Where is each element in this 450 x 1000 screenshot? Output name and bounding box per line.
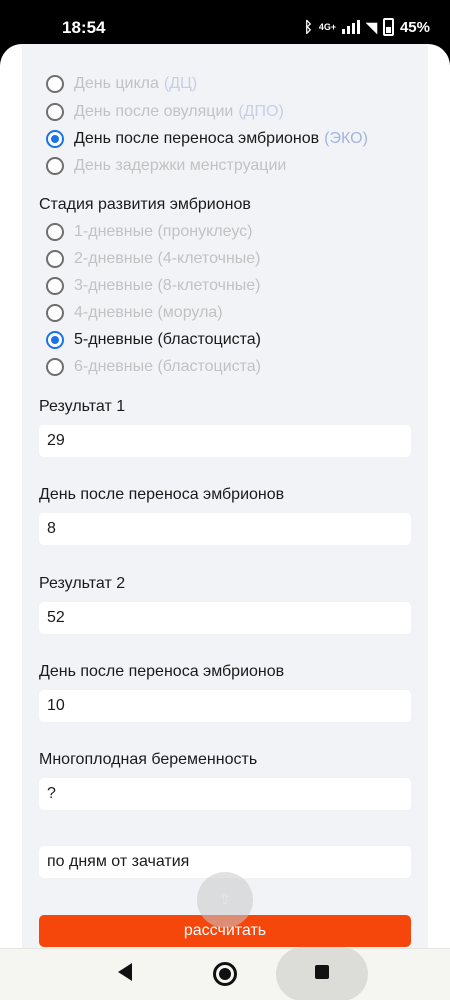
radio-label: 6-дневные (бластоциста) [74, 358, 262, 375]
radio-button[interactable] [46, 223, 64, 241]
result1-label: Результат 1 [39, 398, 126, 415]
day1-input[interactable]: 8 [39, 513, 411, 545]
status-icons: ᛒ 4G+ ◥ 45% [304, 18, 430, 36]
home-icon[interactable] [213, 962, 237, 986]
radio-label: День после овуляции [74, 103, 234, 120]
radio-button-selected[interactable] [46, 331, 64, 349]
radio-days-after-transfer[interactable]: День после переноса эмбрионов (ЭКО) [46, 127, 368, 151]
day2-input[interactable]: 10 [39, 690, 411, 722]
radio-days-of-delay[interactable]: День задержки менструации [46, 154, 286, 178]
radio-abbr: (ДЦ) [163, 75, 198, 92]
recents-icon[interactable] [315, 965, 329, 979]
signal-icon [342, 20, 361, 34]
radio-label: 1-дневные (пронуклеус) [74, 223, 253, 240]
radio-label: 3-дневные (8-клеточные) [74, 277, 261, 294]
result2-label: Результат 2 [39, 575, 126, 592]
battery-percent: 45% [399, 18, 430, 36]
multiple-pregnancy-select[interactable]: ? [39, 778, 411, 810]
bluetooth-icon: ᛒ [303, 18, 313, 36]
radio-label: День задержки менструации [74, 157, 287, 174]
status-time: 18:54 [62, 18, 106, 37]
radio-button[interactable] [46, 358, 64, 376]
scroll-top-button[interactable]: ⇧ [197, 872, 253, 928]
back-icon[interactable] [118, 963, 132, 981]
radio-label: 2-дневные (4-клеточные) [74, 250, 261, 267]
system-navigation-bar [0, 947, 450, 1000]
radio-button[interactable] [46, 157, 64, 175]
radio-stage-1[interactable]: 1-дневные (пронуклеус) [46, 220, 252, 244]
calculator-form: День цикла (ДЦ) День после овуляции (ДПО… [22, 44, 428, 948]
app-sheet: День цикла (ДЦ) День после овуляции (ДПО… [0, 44, 450, 948]
radio-days-after-ovulation[interactable]: День после овуляции (ДПО) [46, 100, 284, 124]
multiple-pregnancy-label: Многоплодная беременность [39, 751, 258, 768]
radio-abbr: (ДПО) [238, 103, 284, 120]
day1-label: День после переноса эмбрионов [39, 486, 285, 503]
radio-stage-2[interactable]: 2-дневные (4-клеточные) [46, 247, 261, 271]
up-arrow-icon: ⇧ [219, 891, 231, 907]
radio-label: День после переноса эмбрионов [74, 130, 320, 147]
radio-label: 4-дневные (морула) [74, 304, 223, 321]
radio-button[interactable] [46, 103, 64, 121]
radio-button-selected[interactable] [46, 130, 64, 148]
radio-button[interactable] [46, 250, 64, 268]
radio-label: День цикла [74, 75, 159, 92]
radio-label: 5-дневные (бластоциста) [74, 331, 262, 348]
radio-stage-4[interactable]: 4-дневные (морула) [46, 301, 223, 325]
result2-input[interactable]: 52 [39, 602, 411, 634]
radio-button[interactable] [46, 304, 64, 322]
network-type: 4G+ [318, 22, 337, 32]
day2-label: День после переноса эмбрионов [39, 663, 285, 680]
battery-icon [382, 18, 394, 36]
wifi-icon: ◥ [366, 18, 377, 35]
result1-input[interactable]: 29 [39, 425, 411, 457]
radio-button[interactable] [46, 277, 64, 295]
radio-stage-5[interactable]: 5-дневные (бластоциста) [46, 328, 261, 352]
radio-stage-3[interactable]: 3-дневные (8-клеточные) [46, 274, 261, 298]
radio-cycle-day[interactable]: День цикла (ДЦ) [46, 72, 197, 96]
radio-abbr: (ЭКО) [324, 130, 368, 147]
radio-stage-6[interactable]: 6-дневные (бластоциста) [46, 355, 261, 379]
embryo-stage-title: Стадия развития эмбрионов [39, 196, 251, 213]
radio-button[interactable] [46, 75, 64, 93]
